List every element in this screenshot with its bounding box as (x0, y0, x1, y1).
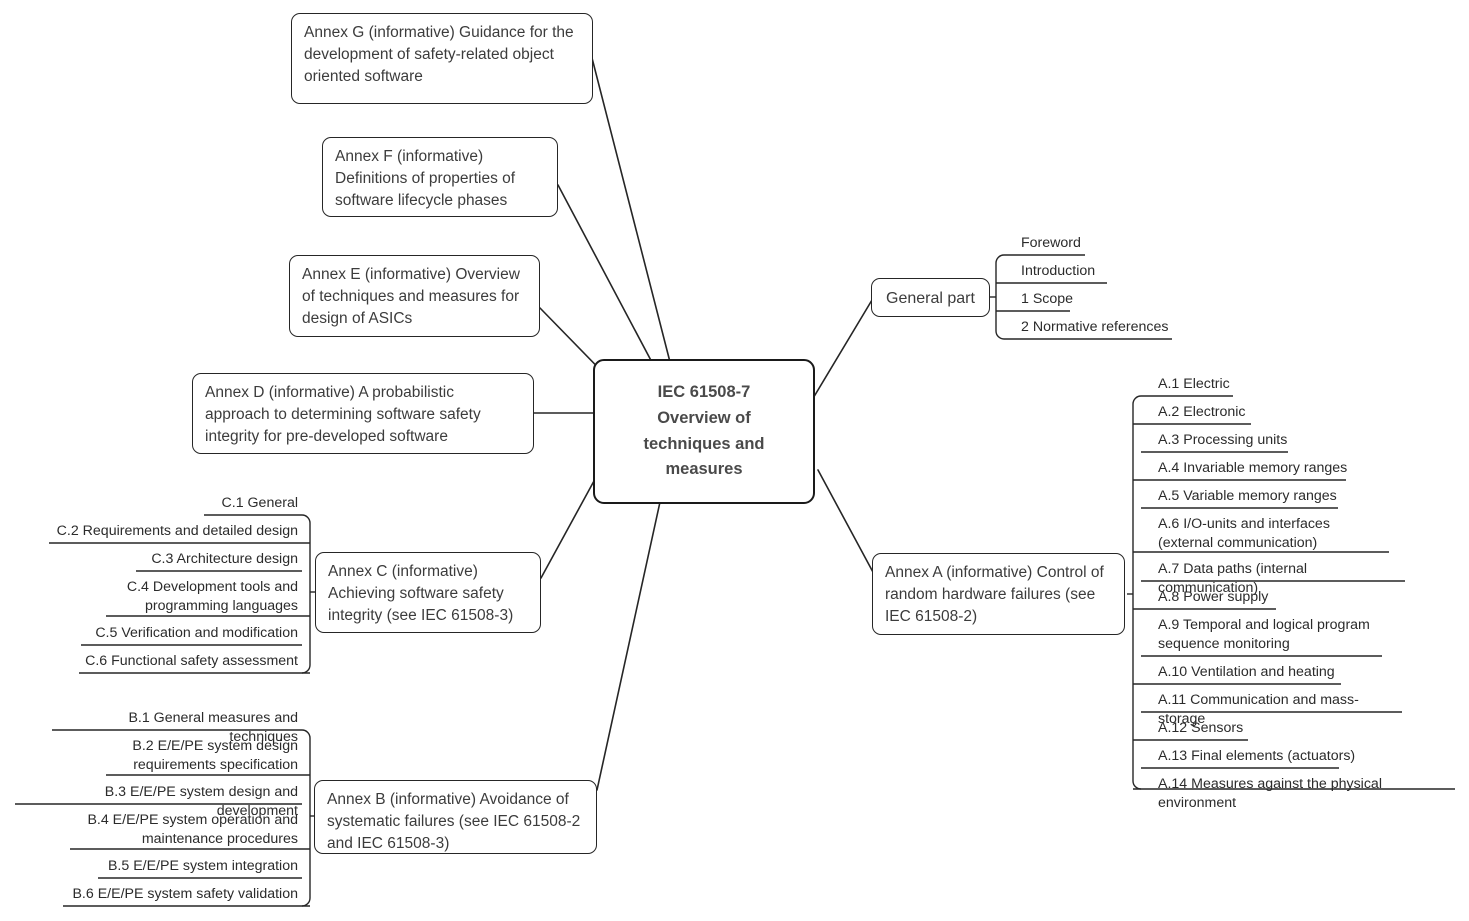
leaf-a4[interactable]: A.4 Invariable memory ranges (1152, 457, 1392, 481)
spoke-annex-f (557, 184, 656, 369)
node-general-part[interactable]: General part (871, 278, 990, 317)
leaf-c1[interactable]: C.1 General (60, 492, 304, 516)
node-annex-c-label: Annex C (informative) Achieving software… (328, 563, 514, 624)
node-annex-g[interactable]: Annex G (informative) Guidance for the d… (291, 13, 593, 104)
central-line-3: techniques and (643, 434, 765, 453)
spoke-annex-a (817, 469, 875, 575)
node-annex-e-label: Annex E (informative) Overview of techni… (302, 266, 520, 327)
node-annex-d-label: Annex D (informative) A probabilistic ap… (205, 384, 481, 445)
node-annex-a[interactable]: Annex A (informative) Control of random … (872, 553, 1125, 635)
spoke-annex-b (596, 501, 661, 791)
leaf-c3[interactable]: C.3 Architecture design (48, 548, 304, 572)
spoke-annex-g (591, 57, 671, 363)
leaf-b4[interactable]: B.4 E/E/PE system operation and maintena… (68, 809, 304, 852)
leaf-general-normative-references[interactable]: 2 Normative references (1015, 316, 1205, 340)
central-line-1: IEC 61508-7 (657, 383, 751, 402)
spine-general-part (995, 254, 1005, 340)
leaf-general-scope[interactable]: 1 Scope (1015, 288, 1175, 312)
leaf-b6[interactable]: B.6 E/E/PE system safety validation (50, 883, 304, 907)
leaf-a9[interactable]: A.9 Temporal and logical program sequenc… (1152, 614, 1377, 657)
leaf-a13[interactable]: A.13 Final elements (actuators) (1152, 745, 1392, 769)
leaf-c5[interactable]: C.5 Verification and modification (48, 622, 304, 646)
leaf-a10[interactable]: A.10 Ventilation and heating (1152, 661, 1392, 685)
node-annex-b-label: Annex B (informative) Avoidance of syste… (327, 791, 581, 852)
leaf-a2[interactable]: A.2 Electronic (1152, 401, 1382, 425)
central-topic-label: IEC 61508-7 Overview of techniques and m… (643, 380, 764, 482)
node-annex-f-label: Annex F (informative) Definitions of pro… (335, 148, 516, 209)
leaf-general-introduction[interactable]: Introduction (1015, 260, 1175, 284)
leaf-b2[interactable]: B.2 E/E/PE system design requirements sp… (104, 735, 304, 778)
leaf-a12[interactable]: A.12 Sensors (1152, 717, 1382, 741)
node-annex-g-label: Annex G (informative) Guidance for the d… (304, 24, 574, 85)
leaf-a1[interactable]: A.1 Electric (1152, 373, 1382, 397)
leaf-a6[interactable]: A.6 I/O-units and interfaces (external c… (1152, 513, 1392, 556)
node-annex-c[interactable]: Annex C (informative) Achieving software… (315, 552, 541, 633)
node-annex-a-label: Annex A (informative) Control of random … (885, 564, 1104, 625)
leaf-c2[interactable]: C.2 Requirements and detailed design (48, 520, 304, 544)
central-line-4: measures (665, 460, 743, 479)
node-annex-b[interactable]: Annex B (informative) Avoidance of syste… (314, 780, 597, 854)
leaf-a8[interactable]: A.8 Power supply (1152, 586, 1382, 610)
leaf-a5[interactable]: A.5 Variable memory ranges (1152, 485, 1392, 509)
leaf-b5[interactable]: B.5 E/E/PE system integration (50, 855, 304, 879)
leaf-c4[interactable]: C.4 Development tools and programming la… (104, 576, 304, 619)
leaf-c6[interactable]: C.6 Functional safety assessment (48, 650, 304, 674)
leaf-a14[interactable]: A.14 Measures against the physical envir… (1152, 773, 1457, 816)
node-general-part-label: General part (886, 290, 975, 307)
node-annex-d[interactable]: Annex D (informative) A probabilistic ap… (192, 373, 534, 454)
leaf-a3[interactable]: A.3 Processing units (1152, 429, 1382, 453)
node-annex-f[interactable]: Annex F (informative) Definitions of pro… (322, 137, 558, 217)
mindmap-canvas: IEC 61508-7 Overview of techniques and m… (0, 0, 1469, 921)
central-line-2: Overview of (657, 408, 751, 427)
leaf-general-foreword[interactable]: Foreword (1015, 232, 1165, 256)
central-topic[interactable]: IEC 61508-7 Overview of techniques and m… (593, 359, 815, 504)
spoke-annex-c (540, 469, 601, 579)
spoke-general-part (811, 299, 873, 401)
spine-annex-a (1132, 395, 1142, 790)
node-annex-e[interactable]: Annex E (informative) Overview of techni… (289, 255, 540, 337)
